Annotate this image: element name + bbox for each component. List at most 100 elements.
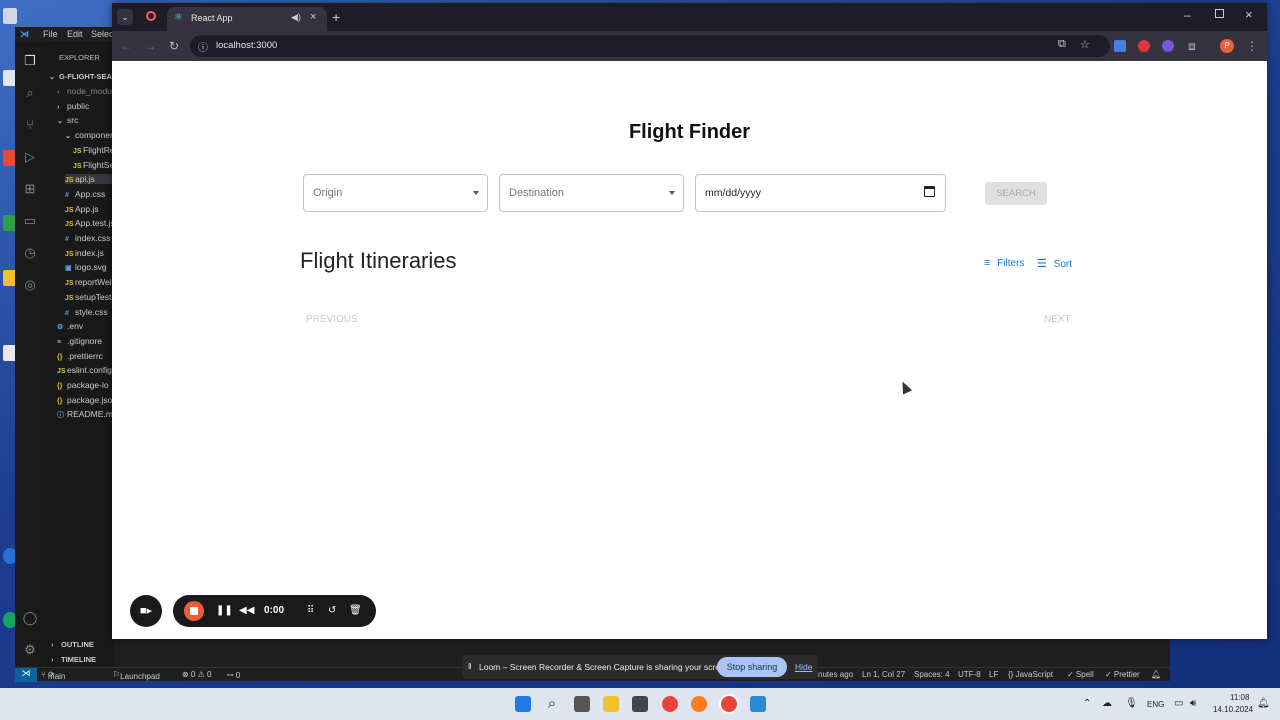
file-tree-item[interactable]: JSeslint.config — [57, 365, 112, 375]
origin-select[interactable]: Origin — [303, 174, 488, 212]
search-icon[interactable]: ⌕ — [22, 85, 38, 101]
network-icon[interactable]: ▭ — [1174, 698, 1183, 709]
onedrive-cloud-icon[interactable]: ☁ — [1102, 698, 1112, 709]
menu-selection[interactable]: Selec — [91, 29, 114, 39]
trash-icon[interactable]: 🗑︎ — [349, 605, 362, 616]
filters-button[interactable]: ≡ Filters — [984, 257, 1024, 269]
file-tree-item[interactable]: JSApp.test.js — [65, 218, 115, 228]
file-tree-item[interactable]: JSindex.js — [65, 248, 104, 258]
timeline-icon[interactable]: ◷ — [22, 245, 38, 261]
windows-start-icon[interactable] — [515, 696, 531, 712]
tab-search-chevron-icon[interactable]: ⌄ — [117, 9, 133, 25]
file-tree-item[interactable]: JSapi.js — [65, 174, 115, 185]
file-tree-item[interactable]: JSreportWel — [65, 277, 112, 287]
notification-bell-icon[interactable]: 🔔︎ — [1257, 698, 1270, 709]
hide-link[interactable]: Hide — [795, 662, 812, 672]
restart-icon[interactable]: ↺ — [328, 605, 336, 616]
file-tree-item[interactable]: JSFlightSea — [73, 160, 115, 170]
file-tree-item[interactable]: {} .prettierrc — [57, 351, 103, 361]
reload-icon[interactable]: ↻ — [166, 39, 182, 53]
project-folder[interactable]: ⌄ G-FLIGHT-SEAR — [49, 72, 115, 81]
next-button[interactable]: NEXT — [1044, 314, 1071, 325]
close-window-icon[interactable]: × — [1245, 7, 1253, 22]
search-button[interactable]: SEARCH — [985, 182, 1047, 205]
file-tree-item[interactable]: ▣ logo.svg — [65, 262, 107, 272]
sort-button[interactable]: ☰ Sort — [1037, 257, 1072, 270]
extensions-puzzle-icon[interactable]: ⧈ — [1184, 39, 1200, 53]
file-tree-item[interactable]: ⓘ README.m — [57, 409, 113, 420]
minimize-icon[interactable]: – — [1184, 8, 1191, 22]
file-tree-item[interactable]: ⌄ src — [57, 115, 78, 125]
audio-playing-icon[interactable]: ◀︎) — [291, 12, 301, 23]
file-tree-item[interactable]: ≡ .gitignore — [57, 336, 102, 346]
file-tree-item[interactable]: JSFlightRes — [73, 145, 115, 155]
status-branch[interactable]: ⑂ main ⟳ — [41, 670, 65, 681]
install-app-icon[interactable]: ⧉ — [1058, 38, 1066, 51]
status-indentation[interactable]: Spaces: 4 — [914, 670, 950, 679]
extensions-icon[interactable]: ⊞ — [22, 181, 38, 197]
file-tree-item[interactable]: › node_modu — [57, 86, 112, 96]
file-tree-item[interactable]: # App.css — [65, 189, 105, 199]
notifications-bell-icon[interactable]: 🔔︎ — [1151, 670, 1161, 679]
explorer-icon[interactable]: ❐ — [22, 53, 38, 69]
status-encoding[interactable]: UTF-8 — [958, 670, 981, 679]
status-problems[interactable]: ⊗ 0 ⚠ 0 — [182, 670, 211, 679]
translate-extension-icon[interactable] — [1114, 40, 1126, 52]
pause-icon[interactable]: ❚❚ — [216, 605, 233, 616]
status-ports[interactable]: ꟷ 0 — [227, 670, 240, 681]
address-bar[interactable]: ⓘ localhost:3000 ⧉ ☆ — [190, 35, 1110, 57]
maximize-icon[interactable] — [1215, 9, 1224, 18]
menu-edit[interactable]: Edit — [67, 29, 83, 39]
loom-camera-button[interactable]: ■▸ — [130, 595, 162, 627]
outline-section[interactable]: › OUTLINE — [51, 640, 94, 649]
file-tree-item[interactable]: # style.css — [65, 307, 108, 317]
calendar-icon[interactable] — [924, 186, 935, 197]
status-language[interactable]: {} JavaScript — [1008, 670, 1053, 679]
stop-sharing-button[interactable]: Stop sharing — [717, 657, 787, 677]
file-tree-item[interactable]: ⌄ componen — [65, 130, 115, 140]
extension-icon[interactable] — [1162, 40, 1174, 52]
volume-icon[interactable]: 🔊︎ — [1190, 698, 1196, 709]
file-tree-item[interactable]: ⚙ .env — [57, 321, 83, 331]
remote-explorer-icon[interactable]: ▭ — [22, 213, 38, 229]
microsoft-store-icon[interactable] — [632, 696, 648, 712]
account-icon[interactable]: ◯ — [22, 610, 38, 626]
previous-button[interactable]: PREVIOUS — [306, 314, 358, 325]
rewind-icon[interactable]: ◀◀ — [239, 605, 254, 616]
vscode-taskbar-icon[interactable] — [750, 696, 766, 712]
docker-icon[interactable]: ◎ — [22, 277, 38, 293]
site-info-icon[interactable]: ⓘ — [198, 39, 208, 54]
file-explorer-icon[interactable] — [603, 696, 619, 712]
status-prettier[interactable]: ✓ Prettier — [1105, 670, 1140, 679]
file-tree-item[interactable]: › public — [57, 101, 89, 111]
date-input[interactable]: mm/dd/yyyy — [695, 174, 946, 212]
new-tab-plus-icon[interactable]: + — [332, 9, 340, 25]
bookmark-star-icon[interactable]: ☆ — [1080, 38, 1090, 51]
file-tree-item[interactable]: JSsetupTests — [65, 292, 115, 302]
tab-react-app[interactable]: ⚛ React App ◀︎) × — [167, 7, 327, 31]
status-last-commit[interactable]: nutes ago — [818, 670, 853, 679]
chrome-active-icon[interactable] — [721, 696, 737, 712]
back-arrow-icon[interactable]: ← — [118, 39, 134, 53]
drag-grip-icon[interactable]: ‖ — [468, 661, 472, 671]
language-indicator[interactable]: ENG — [1147, 700, 1164, 709]
microphone-icon[interactable]: 🎙︎ — [1125, 698, 1138, 709]
chrome-icon[interactable] — [662, 696, 678, 712]
drag-handle-icon[interactable]: ⠿ — [307, 605, 314, 616]
timeline-section[interactable]: › TIMELINE — [51, 655, 96, 664]
tray-overflow-chevron-icon[interactable]: ⌃ — [1083, 698, 1091, 709]
file-tree-item[interactable]: # index.css — [65, 233, 110, 243]
file-tree-item[interactable]: JSApp.js — [65, 204, 99, 214]
task-view-icon[interactable] — [574, 696, 590, 712]
forward-arrow-icon[interactable]: → — [142, 39, 158, 53]
menu-file[interactable]: File — [43, 29, 58, 39]
source-control-icon[interactable]: ⑂ — [22, 117, 38, 133]
run-debug-icon[interactable]: ▷ — [22, 149, 38, 165]
adblock-extension-icon[interactable] — [1138, 40, 1150, 52]
clock-time[interactable]: 11:08 — [1230, 693, 1249, 702]
status-spell[interactable]: ✓ Spell — [1067, 670, 1094, 679]
desktop-icon[interactable] — [3, 8, 17, 24]
status-eol[interactable]: LF — [989, 670, 998, 679]
profile-avatar[interactable]: P — [1220, 39, 1234, 53]
menu-kebab-icon[interactable]: ⋮ — [1244, 39, 1260, 53]
